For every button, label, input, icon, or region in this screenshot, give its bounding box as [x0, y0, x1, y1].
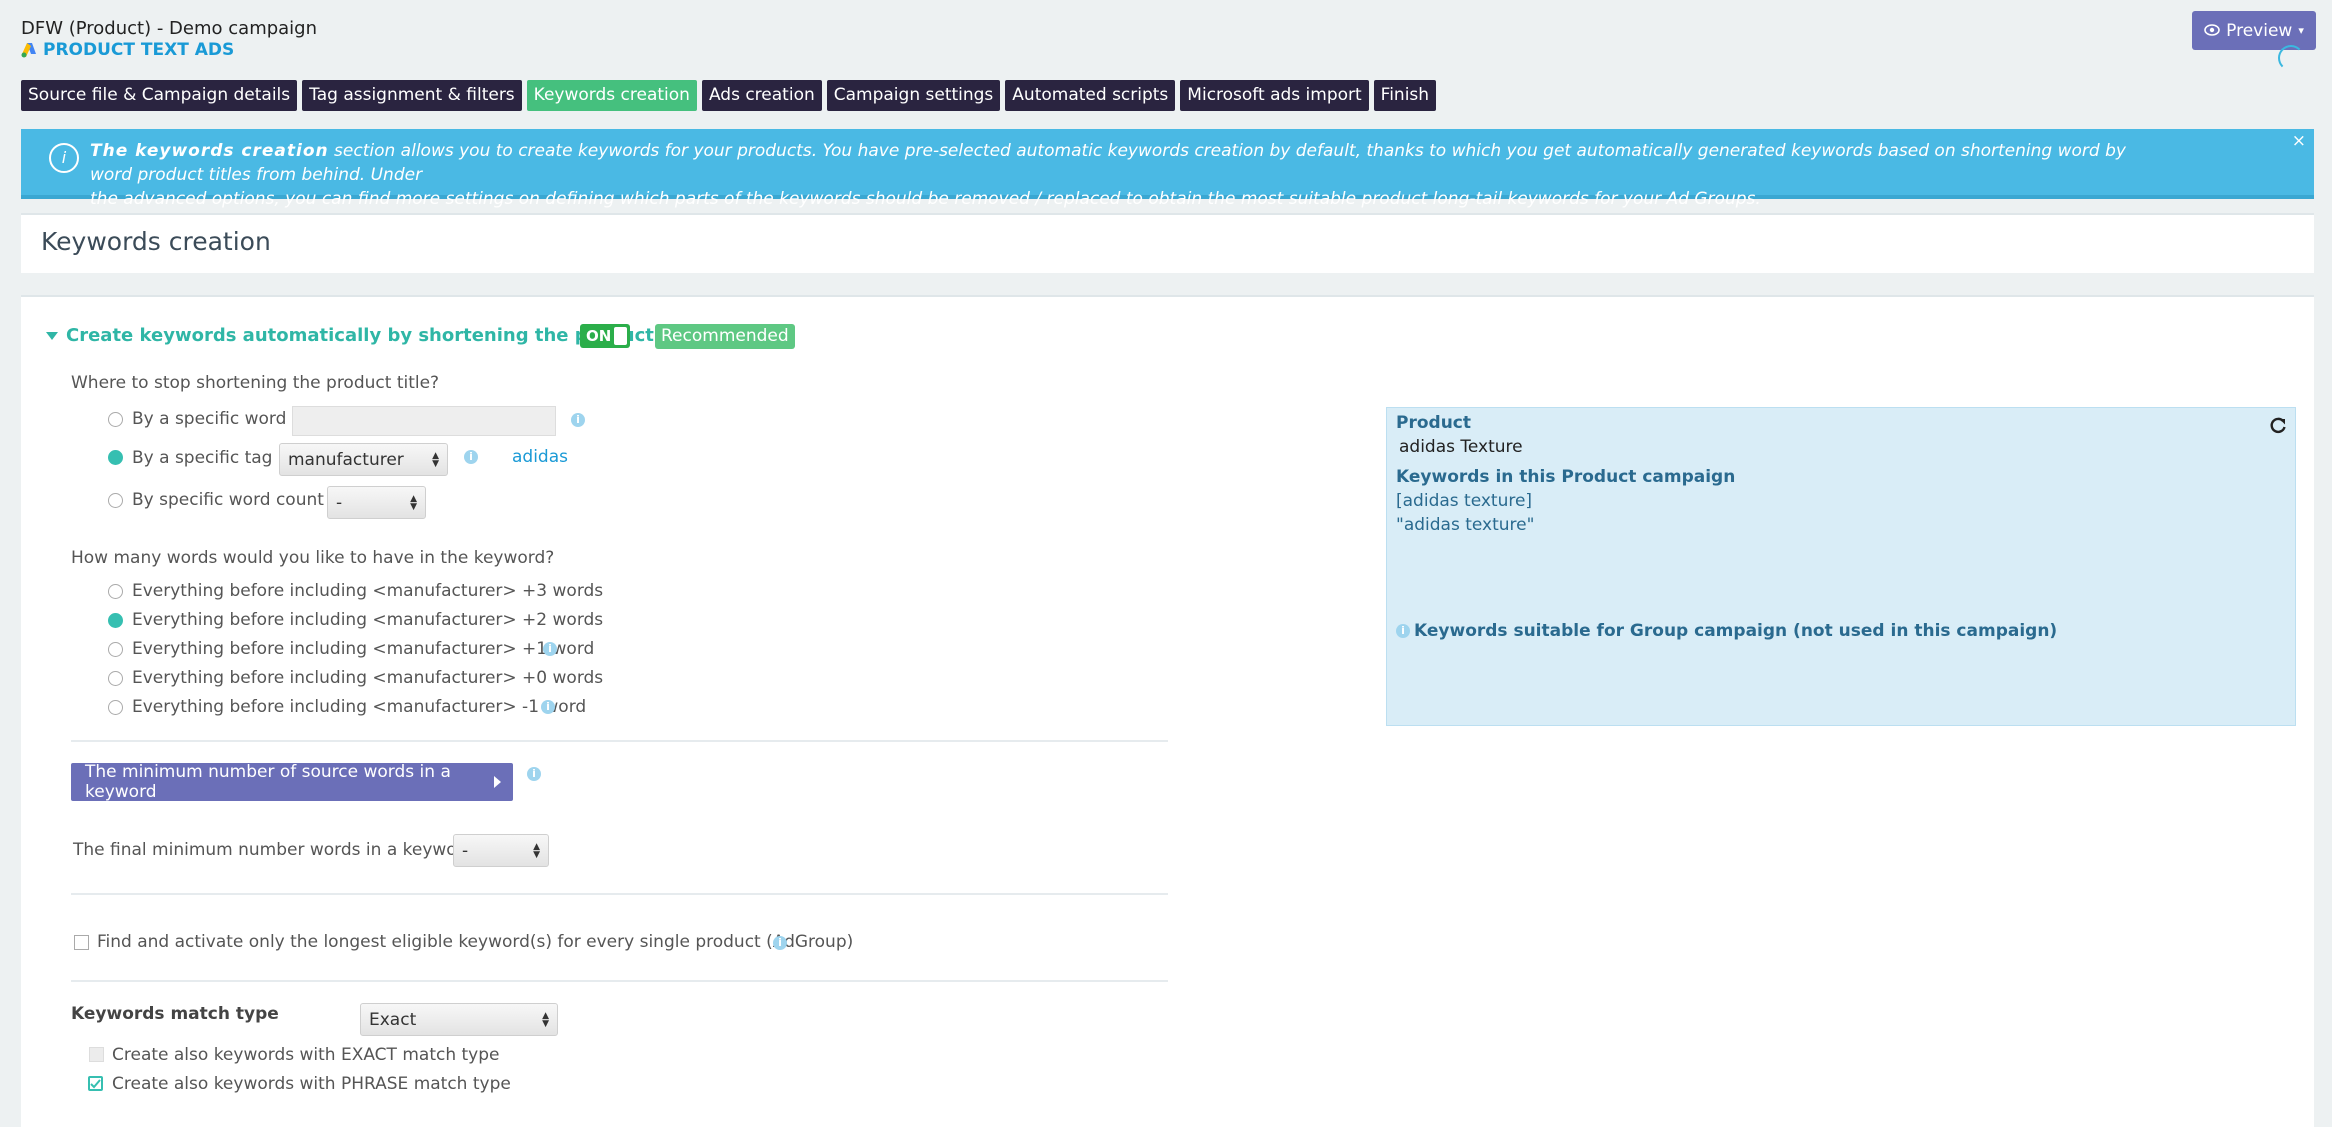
google-ads-logo-icon [21, 42, 37, 58]
match-type-select-value: Exact [369, 1009, 417, 1030]
radio-word-count[interactable] [108, 493, 123, 508]
radio-words-plus0[interactable] [108, 671, 123, 686]
match-type-label: Keywords match type [71, 1004, 279, 1024]
words-option-plus2: Everything before including <manufacture… [132, 610, 604, 630]
words-option-minus1: Everything before including <manufacture… [132, 697, 587, 717]
preview-label: Preview [2226, 20, 2293, 41]
longest-keyword-checkbox[interactable] [74, 935, 89, 950]
info-circle-icon: i [49, 143, 79, 173]
info-circle-icon[interactable]: i [464, 450, 478, 464]
stop-question: Where to stop shortening the product tit… [71, 373, 440, 393]
tag-value: adidas [512, 447, 568, 467]
brand-label: PRODUCT TEXT ADS [21, 40, 234, 60]
info-circle-icon[interactable]: i [543, 642, 557, 656]
info-circle-icon[interactable]: i [571, 413, 585, 427]
min-source-words-button[interactable]: The minimum number of source words in a … [71, 762, 513, 802]
radio-specific-word[interactable] [108, 412, 123, 427]
word-count-select-value: - [336, 492, 343, 513]
keyword-preview-panel: Product adidas Texture Keywords in this … [1386, 407, 2296, 726]
radio-words-plus1[interactable] [108, 642, 123, 657]
final-min-select-value: - [462, 840, 469, 861]
stop-option-word-label: By a specific word [132, 409, 287, 429]
longest-keyword-label: Find and activate only the longest eligi… [97, 932, 854, 952]
caret-down-icon [46, 331, 58, 340]
word-count-select[interactable]: - ▲ ▼ [327, 486, 426, 519]
tab-finish[interactable]: Finish [1373, 80, 1437, 111]
tab-ads-creation[interactable]: Ads creation [701, 80, 822, 111]
close-icon[interactable]: × [2292, 131, 2306, 151]
loading-spinner [2278, 45, 2304, 71]
select-arrows-icon: ▲ ▼ [533, 841, 540, 860]
stop-option-tag-label: By a specific tag [132, 448, 273, 468]
select-arrows-icon: ▲ ▼ [432, 450, 439, 469]
radio-words-plus3[interactable] [108, 584, 123, 599]
preview-product-name: adidas Texture [1399, 437, 1523, 457]
check-icon [90, 1079, 101, 1089]
select-arrows-icon: ▲ ▼ [410, 493, 417, 512]
campaign-title: DFW (Product) - Demo campaign [21, 18, 318, 39]
words-question: How many words would you like to have in… [71, 548, 555, 568]
auto-keywords-switch[interactable]: ON [580, 324, 630, 348]
recommended-badge: Recommended [655, 324, 795, 349]
radio-words-minus1[interactable] [108, 700, 123, 715]
preview-product-title: Product [1396, 413, 1471, 433]
preview-button[interactable]: Preview ▾ [2192, 11, 2316, 50]
page-header-card: Keywords creation [21, 213, 2314, 273]
info-bold: The keywords creation [90, 141, 329, 161]
preview-keywords-title: Keywords in this Product campaign [1396, 467, 1736, 487]
divider [71, 980, 1168, 982]
final-min-label: The final minimum number words in a keyw… [73, 840, 475, 860]
tab-tag-assignment[interactable]: Tag assignment & filters [302, 80, 522, 111]
select-arrows-icon: ▲ ▼ [542, 1010, 549, 1029]
also-phrase-checkbox[interactable] [88, 1076, 103, 1091]
info-circle-icon[interactable]: i [541, 700, 555, 714]
tab-automated-scripts[interactable]: Automated scripts [1005, 80, 1176, 111]
tag-select[interactable]: manufacturer ▲ ▼ [279, 443, 448, 476]
min-source-words-label: The minimum number of source words in a … [85, 762, 451, 802]
info-line1: section allows you to create keywords fo… [90, 141, 2126, 185]
words-option-plus1: Everything before including <manufacture… [132, 639, 595, 659]
match-type-select[interactable]: Exact ▲ ▼ [360, 1003, 558, 1036]
preview-group-title: i Keywords suitable for Group campaign (… [1396, 621, 2057, 641]
tab-source-file[interactable]: Source file & Campaign details [21, 80, 298, 111]
chevron-right-icon [494, 776, 501, 788]
switch-knob [614, 327, 627, 345]
also-exact-checkbox [89, 1047, 104, 1062]
tab-campaign-settings[interactable]: Campaign settings [826, 80, 1001, 111]
preview-group-text: Keywords suitable for Group campaign (no… [1414, 621, 2058, 641]
refresh-icon[interactable] [2269, 416, 2287, 440]
also-phrase-label: Create also keywords with PHRASE match t… [112, 1074, 511, 1094]
words-option-plus0: Everything before including <manufacture… [132, 668, 604, 688]
info-line2: the advanced options, you can find more … [90, 189, 1761, 209]
specific-word-input[interactable] [292, 406, 556, 436]
radio-words-plus2[interactable] [108, 613, 123, 628]
info-circle-icon[interactable]: i [773, 936, 787, 950]
wizard-tabs: Source file & Campaign details Tag assig… [21, 80, 1437, 111]
divider [71, 893, 1168, 895]
radio-specific-tag[interactable] [108, 450, 123, 465]
divider [71, 740, 1168, 742]
info-circle-icon: i [1396, 624, 1410, 638]
preview-keyword-item: [adidas texture] [1396, 491, 1533, 511]
tab-keywords-creation[interactable]: Keywords creation [526, 80, 697, 111]
caret-down-icon: ▾ [2298, 24, 2304, 37]
tab-microsoft-ads-import[interactable]: Microsoft ads import [1180, 80, 1369, 111]
eye-icon [2204, 21, 2220, 41]
page-title: Keywords creation [41, 227, 271, 256]
also-exact-label: Create also keywords with EXACT match ty… [112, 1045, 500, 1065]
info-circle-icon[interactable]: i [527, 767, 541, 781]
info-text: The keywords creation section allows you… [90, 139, 2150, 211]
preview-keyword-item: "adidas texture" [1396, 515, 1535, 535]
final-min-select[interactable]: - ▲ ▼ [453, 834, 549, 867]
words-option-plus3: Everything before including <manufacture… [132, 581, 604, 601]
info-banner: i The keywords creation section allows y… [21, 129, 2314, 209]
switch-label: ON [586, 327, 612, 345]
brand-text: PRODUCT TEXT ADS [43, 40, 235, 60]
tag-select-value: manufacturer [288, 449, 404, 470]
stop-option-count-label: By specific word count [132, 490, 324, 510]
